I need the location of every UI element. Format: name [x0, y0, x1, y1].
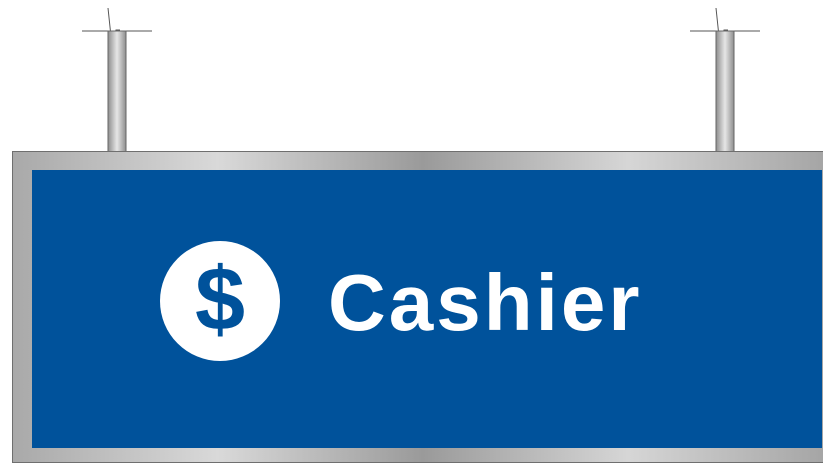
sign-frame: $ Cashier	[12, 151, 823, 463]
right-hanger-rod	[690, 7, 760, 154]
dollar-glyph: $	[195, 250, 245, 350]
ceiling-mount	[82, 7, 760, 154]
left-hanger-rod	[82, 7, 152, 154]
dollar-icon: $	[160, 241, 280, 361]
sign-panel: $ Cashier	[32, 170, 822, 448]
sign-label: Cashier	[328, 258, 643, 347]
